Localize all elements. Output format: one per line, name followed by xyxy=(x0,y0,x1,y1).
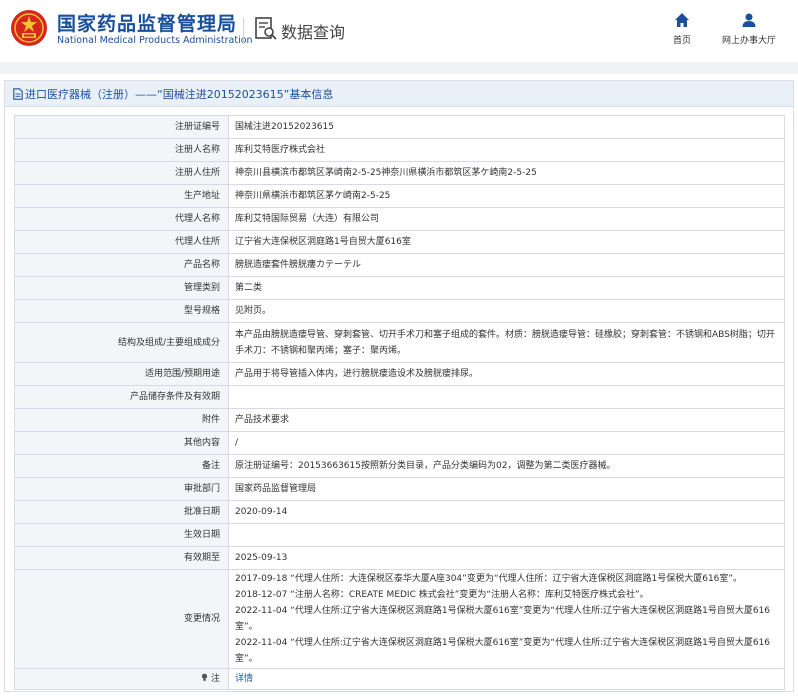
nav-home-label: 首页 xyxy=(672,36,691,46)
table-row: 生效日期 xyxy=(14,523,785,547)
table-row: 其他内容 / xyxy=(14,431,785,455)
nav-home[interactable]: 首页 xyxy=(664,12,700,52)
data-query-icon xyxy=(255,17,277,40)
field-value: 库利艾特国际贸易（大连）有限公司 xyxy=(228,207,785,231)
field-label: 批准日期 xyxy=(14,500,229,524)
table-row: 批准日期 2020-09-14 xyxy=(14,500,785,524)
field-value: 2020-09-14 xyxy=(228,500,785,524)
change-item: 2022-11-04 “代理人住所:辽宁省大连保税区洞庭路1号保税大厦616室”… xyxy=(235,606,771,632)
field-label: 附件 xyxy=(14,408,229,432)
field-value: 产品用于将导管插入体内，进行膀胱瘘造设术及膀胱瘘排尿。 xyxy=(228,362,785,386)
site-header: 国家药品监督管理局 National Medical Products Admi… xyxy=(0,0,798,62)
table-row: 适用范围/预期用途 产品用于将导管插入体内，进行膀胱瘘造设术及膀胱瘘排尿。 xyxy=(14,362,785,386)
user-icon xyxy=(742,13,756,27)
brand-name-cn: 国家药品监督管理局 xyxy=(57,13,238,35)
field-value: 第二类 xyxy=(228,276,785,300)
field-label: 备注 xyxy=(14,454,229,478)
field-value xyxy=(228,523,785,547)
table-row: 注册人名称 库利艾特医疗株式会社 xyxy=(14,138,785,162)
table-row: 附件 产品技术要求 xyxy=(14,408,785,432)
table-row: 审批部门 国家药品监督管理局 xyxy=(14,477,785,501)
table-row: 代理人名称 库利艾特国际贸易（大连）有限公司 xyxy=(14,207,785,231)
panel-title-bar: 进口医疗器械（注册）——“国械注进20152023615”基本信息 xyxy=(5,81,793,107)
table-row: 管理类别 第二类 xyxy=(14,276,785,300)
table-row: 备注 原注册证编号：20153663615按照新分类目录，产品分类编码为02，调… xyxy=(14,454,785,478)
nav-online-hall[interactable]: 网上办事大厅 xyxy=(716,12,782,52)
change-item: 2018-12-07 “注册人名称：CREATE MEDIC 株式会社”变更为“… xyxy=(235,590,649,600)
table-row: 生产地址 神奈川県横浜市都筑区茅ケ崎南2-5-25 xyxy=(14,184,785,208)
field-value: 产品技术要求 xyxy=(228,408,785,432)
field-value: 辽宁省大连保税区洞庭路1号自贸大厦616室 xyxy=(228,230,785,254)
detail-table: 注册证编号 国械注进20152023615 注册人名称 库利艾特医疗株式会社 注… xyxy=(14,115,785,690)
field-label: 注册证编号 xyxy=(14,115,229,139)
field-label: 产品名称 xyxy=(14,253,229,277)
field-label: 代理人住所 xyxy=(14,230,229,254)
field-value: 国家药品监督管理局 xyxy=(228,477,785,501)
field-value: 本产品由膀胱造瘘导管、穿刺套管、切开手术刀和塞子组成的套件。材质：膀胱造瘘导管：… xyxy=(228,322,785,363)
field-label: 注册人住所 xyxy=(14,161,229,185)
field-value xyxy=(228,385,785,409)
field-value: 神奈川県横浜市都筑区茅ケ崎南2-5-25 xyxy=(228,184,785,208)
document-icon xyxy=(13,88,23,100)
field-value: 原注册证编号：20153663615按照新分类目录，产品分类编码为02，调整为第… xyxy=(228,454,785,478)
panel-title: 进口医疗器械（注册）——“国械注进20152023615”基本信息 xyxy=(25,88,334,101)
field-value: 库利艾特医疗株式会社 xyxy=(228,138,785,162)
table-row: 注 详情 xyxy=(14,668,785,690)
field-value: 见附页。 xyxy=(228,299,785,323)
table-row: 产品储存条件及有效期 xyxy=(14,385,785,409)
field-label: 型号规格 xyxy=(14,299,229,323)
field-label: 代理人名称 xyxy=(14,207,229,231)
notes-value: 详情 xyxy=(228,668,785,690)
table-row: 变更情况 2017-09-18 “代理人住所：大连保税区泰华大厦A座304”变更… xyxy=(14,569,785,669)
field-label: 注册人名称 xyxy=(14,138,229,162)
change-item: 2022-11-04 “代理人住所:辽宁省大连保税区洞庭路1号保税大厦616室”… xyxy=(235,638,771,664)
header-band xyxy=(0,62,798,74)
field-label: 管理类别 xyxy=(14,276,229,300)
field-value: / xyxy=(228,431,785,455)
home-icon xyxy=(675,13,689,27)
table-row: 结构及组成/主要组成成分 本产品由膀胱造瘘导管、穿刺套管、切开手术刀和塞子组成的… xyxy=(14,322,785,363)
section-title: 数据查询 xyxy=(281,23,346,42)
brand-name-en: National Medical Products Administration xyxy=(57,35,253,46)
details-link[interactable]: 详情 xyxy=(235,674,253,684)
field-label: 审批部门 xyxy=(14,477,229,501)
table-row: 型号规格 见附页。 xyxy=(14,299,785,323)
table-row: 产品名称 膀胱造瘘套件膀胱瘻カテーテル xyxy=(14,253,785,277)
field-value: 膀胱造瘘套件膀胱瘻カテーテル xyxy=(228,253,785,277)
field-value: 国械注进20152023615 xyxy=(228,115,785,139)
table-row: 注册人住所 神奈川县横滨市都筑区茅崎南2-5-25神奈川県横浜市都筑区茅ケ崎南2… xyxy=(14,161,785,185)
change-history: 2017-09-18 “代理人住所：大连保税区泰华大厦A座304”变更为“代理人… xyxy=(228,569,785,669)
national-emblem-icon xyxy=(11,10,47,46)
field-label: 适用范围/预期用途 xyxy=(14,362,229,386)
field-label: 有效期至 xyxy=(14,546,229,570)
field-label: 产品储存条件及有效期 xyxy=(14,385,229,409)
notes-label: 注 xyxy=(210,674,220,684)
nav-online-hall-label: 网上办事大厅 xyxy=(721,36,776,46)
field-label: 生产地址 xyxy=(14,184,229,208)
table-row: 有效期至 2025-09-13 xyxy=(14,546,785,570)
field-value: 2025-09-13 xyxy=(228,546,785,570)
header-divider xyxy=(243,18,244,44)
field-label: 其他内容 xyxy=(14,431,229,455)
field-value: 神奈川县横滨市都筑区茅崎南2-5-25神奈川県横浜市都筑区茅ケ崎南2-5-25 xyxy=(228,161,785,185)
notes-label-cell: 注 xyxy=(14,668,229,690)
table-row: 注册证编号 国械注进20152023615 xyxy=(14,115,785,139)
detail-panel: 进口医疗器械（注册）——“国械注进20152023615”基本信息 注册证编号 … xyxy=(4,80,794,692)
change-item: 2017-09-18 “代理人住所：大连保税区泰华大厦A座304”变更为“代理人… xyxy=(235,574,743,584)
table-row: 代理人住所 辽宁省大连保税区洞庭路1号自贸大厦616室 xyxy=(14,230,785,254)
field-label: 变更情况 xyxy=(14,569,229,669)
lightbulb-icon xyxy=(201,673,208,681)
field-label: 结构及组成/主要组成成分 xyxy=(14,322,229,363)
field-label: 生效日期 xyxy=(14,523,229,547)
